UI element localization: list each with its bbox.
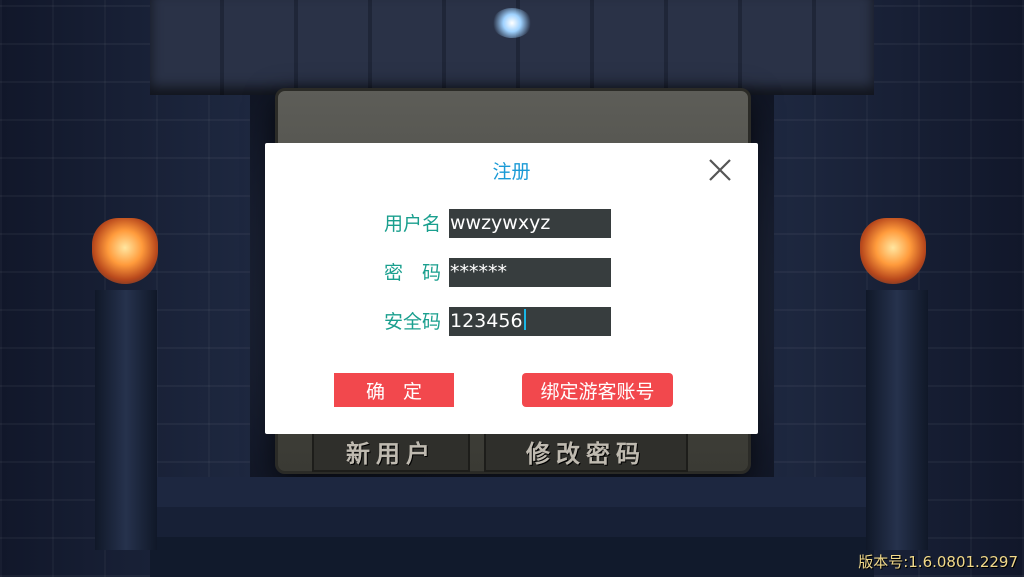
pillar-right bbox=[866, 290, 928, 550]
change-password-button[interactable]: 修改密码 bbox=[484, 430, 688, 472]
dialog-title: 注册 bbox=[492, 161, 531, 183]
bind-guest-account-button[interactable]: 绑定游客账号 bbox=[522, 373, 673, 407]
pillar-left bbox=[95, 290, 157, 550]
close-button[interactable] bbox=[705, 155, 735, 185]
version-label: 版本号:1.6.0801.2297 bbox=[858, 553, 1018, 571]
torch-lamp-left-icon bbox=[92, 218, 158, 284]
register-dialog: 注册 用户名 wwzywxyz 密 码 ****** 安全码 123456 确定… bbox=[265, 143, 758, 434]
username-field[interactable]: wwzywxyz bbox=[449, 209, 611, 238]
username-label: 用户名 bbox=[383, 213, 441, 235]
text-cursor bbox=[523, 309, 526, 330]
security-code-value: 123456 bbox=[450, 310, 523, 332]
password-value: ****** bbox=[450, 261, 507, 283]
username-value: wwzywxyz bbox=[450, 212, 551, 234]
glowing-gem-icon bbox=[492, 8, 532, 38]
close-icon bbox=[709, 159, 731, 181]
security-code-field[interactable]: 123456 bbox=[449, 307, 611, 336]
stone-steps bbox=[150, 477, 874, 577]
new-user-button[interactable]: 新用户 bbox=[312, 430, 470, 472]
torch-lamp-right-icon bbox=[860, 218, 926, 284]
password-label: 密 码 bbox=[383, 262, 441, 284]
security-code-label: 安全码 bbox=[383, 311, 441, 333]
confirm-button[interactable]: 确定 bbox=[334, 373, 454, 407]
password-field[interactable]: ****** bbox=[449, 258, 611, 287]
